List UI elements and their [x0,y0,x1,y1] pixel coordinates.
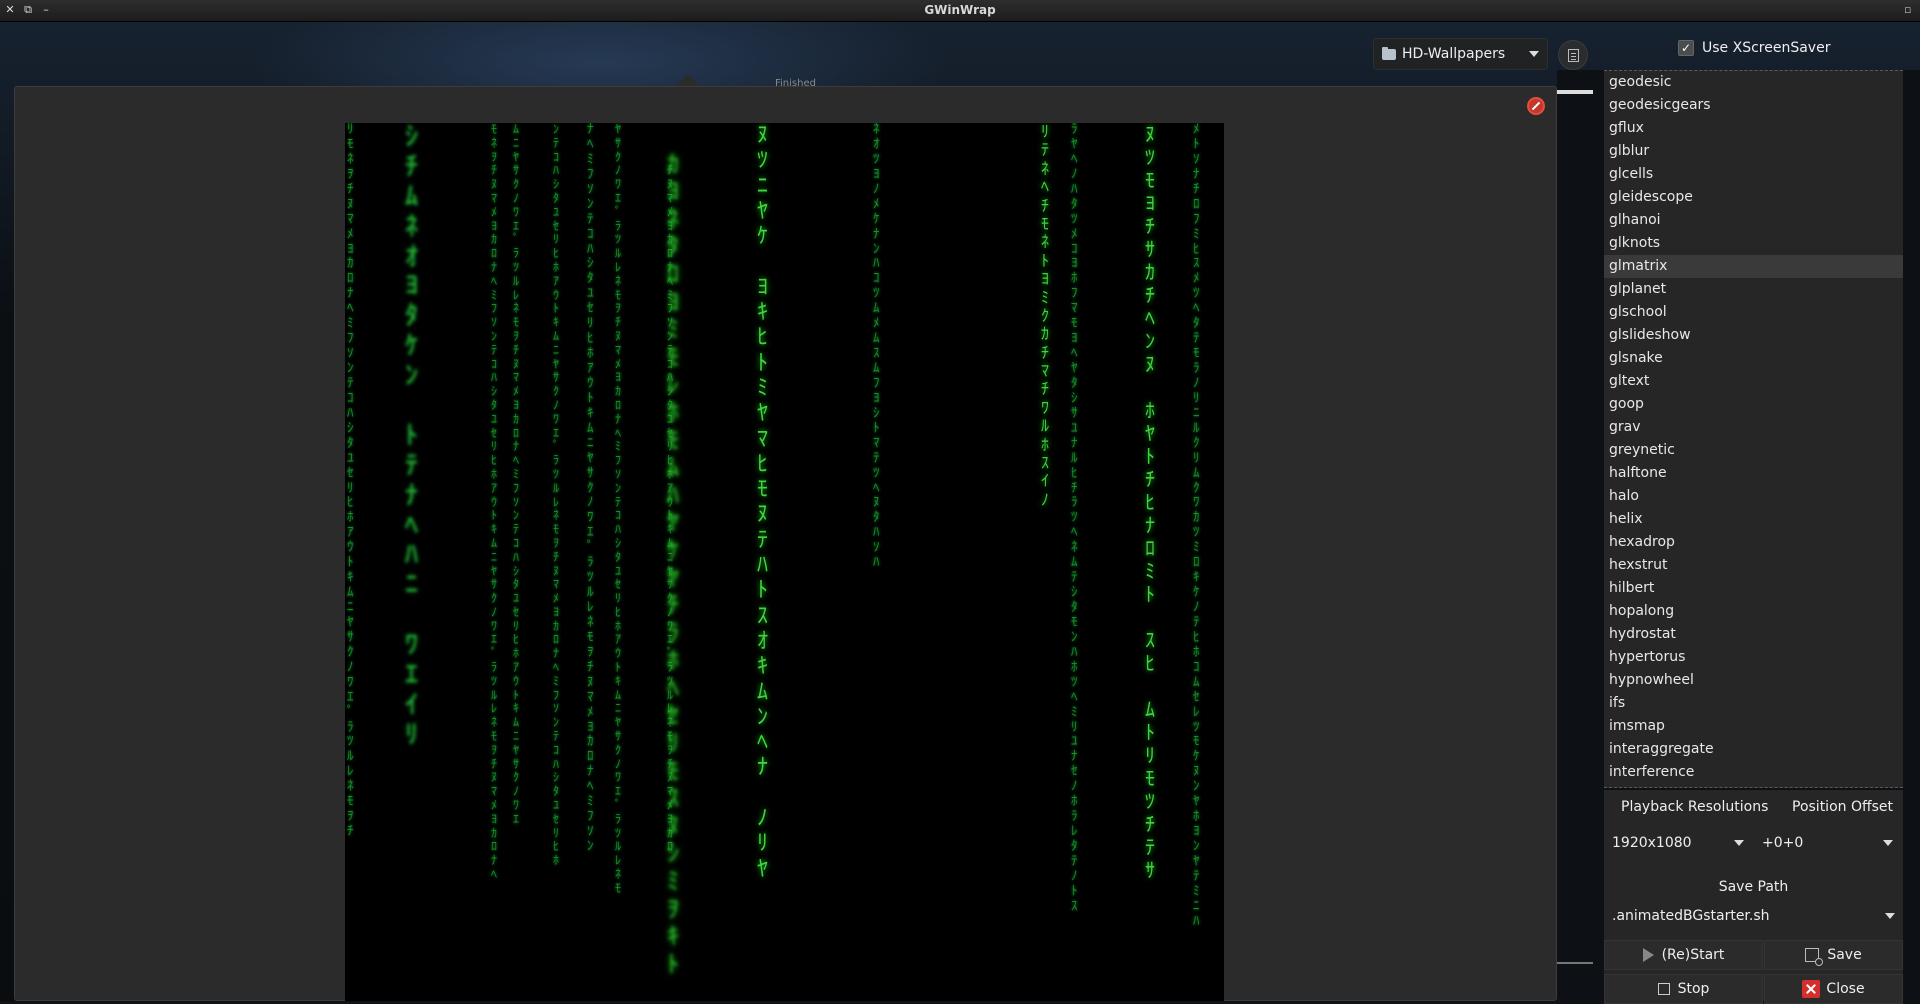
stop-button[interactable]: Stop [1604,974,1763,1004]
save-path-value: .animatedBGstarter.sh [1612,908,1770,924]
playback-resolutions-label: Playback Resolutions [1621,799,1769,815]
matrix-column: ｶ ﾖ ﾈ ﾀ ﾛ ﾖ ﾐ ﾓ ﾚ ﾎ ﾓ ﾑ ﾊ ﾔ ｹ ﾔ ﾁ ﾗ ﾎ ﾍ … [667,149,679,978]
play-icon [1642,948,1654,962]
list-item[interactable]: hypertorus [1604,646,1903,669]
resolution-value: 1920x1080 [1612,835,1692,851]
save-path-select[interactable]: .animatedBGstarter.sh [1604,901,1903,931]
folder-select-label: HD-Wallpapers [1402,46,1506,62]
matrix-column: ﾑ ﾆ ﾔ ｻ ｸ ﾉ ﾜ ｴ ﾟ ﾗ ﾂ ﾙ ﾚ ﾈ ﾓ ｦ ﾁ ﾇ ﾏ ﾒ … [513,123,520,826]
chevron-down-icon [1529,51,1539,57]
chevron-down-icon [1883,840,1893,846]
stop-label: Stop [1677,981,1710,997]
list-item[interactable]: goop [1604,393,1903,416]
settings-panel: Playback Resolutions Position Offset 192… [1604,790,1903,1004]
chevron-down-icon [1885,913,1895,919]
list-item[interactable]: halftone [1604,462,1903,485]
save-label: Save [1827,947,1862,963]
list-item[interactable]: intermomentary [1604,784,1903,787]
list-item[interactable]: hexstrut [1604,554,1903,577]
progress-indicator [1557,90,1593,94]
list-item[interactable]: hypnowheel [1604,669,1903,692]
list-item-selected[interactable]: glmatrix [1604,255,1903,278]
list-item[interactable]: halo [1604,485,1903,508]
list-item[interactable]: interference [1604,761,1903,784]
matrix-column: ﾝ ﾃ ｺ ﾊ ｼ ﾀ ﾕ ｾ ﾘ ﾋ ﾎ ｱ ｳ ﾄ ｷ ﾑ ﾆ ﾔ ｻ ｸ … [553,123,560,868]
matrix-column: ﾘ ﾃ ﾈ ﾍ ﾁ ﾓ ﾈ ﾄ ﾖ ﾐ ｸ ｶ ﾁ ﾏ ﾁ ﾜ ﾙ ﾎ ｽ ｲ … [1041,123,1050,509]
use-xscreensaver-checkbox[interactable]: ✓ [1678,40,1694,56]
popover-arrow [676,74,700,86]
list-item[interactable]: geodesicgears [1604,94,1903,117]
title-bar: ✕ ⧉ – GWinWrap ▫ [0,0,1920,22]
offset-select[interactable]: +0+0 [1754,828,1901,858]
matrix-column: ﾇ ﾂ ﾆ ﾔ ｹ ﾖ ｷ ﾋ ﾄ ﾐ ﾔ ﾏ ﾋ ﾓ ﾇ ﾃ ﾊ ﾄ ｽ ｵ … [757,123,769,882]
matrix-column: ﾅ ﾍ ﾐ ﾌ ｿ ﾝ ﾃ ｺ ﾊ ｼ ﾀ ﾕ ｾ ﾘ ﾋ ﾎ ｱ ｳ ﾄ ｷ … [587,123,594,854]
preview-status: Finished [775,78,816,89]
window-menu-icon[interactable]: ▫ [1904,3,1916,17]
chevron-down-icon [1734,840,1744,846]
screensaver-preview: ﾘ ﾓ ﾈ ｦ ﾁ ﾇ ﾏ ﾒ ﾖ ｶ ﾛ ﾅ ﾍ ﾐ ﾌ ｿ ﾝ ﾃ ｺ ﾊ … [345,123,1224,1001]
list-item[interactable]: glblur [1604,140,1903,163]
list-item[interactable]: gflux [1604,117,1903,140]
matrix-column: ﾔ ｻ ｸ ﾉ ﾜ ｴ ﾟ ﾗ ﾂ ﾙ ﾚ ﾈ ﾓ ｦ ﾁ ﾇ ﾏ ﾒ ﾖ ｶ … [615,123,622,895]
position-offset-label: Position Offset [1792,799,1894,815]
matrix-column: ﾇ ﾂ ﾓ ﾖ ﾁ ｻ ｶ ﾁ ﾍ ﾝ ﾇ ﾎ ﾔ ﾄ ﾁ ﾋ ﾅ ﾛ ﾐ ﾄ … [1145,123,1155,882]
list-item[interactable]: glknots [1604,232,1903,255]
screensaver-list[interactable]: geodesic geodesicgears gflux glblur glce… [1604,70,1903,788]
close-button[interactable]: Close [1764,974,1903,1004]
progress-indicator-bottom [1557,962,1593,964]
list-item[interactable]: glsnake [1604,347,1903,370]
list-item[interactable]: interaggregate [1604,738,1903,761]
list-item[interactable]: gltext [1604,370,1903,393]
restart-label: (Re)Start [1661,947,1725,963]
list-item[interactable]: glcells [1604,163,1903,186]
list-item[interactable]: geodesic [1604,71,1903,94]
list-item[interactable]: grav [1604,416,1903,439]
list-item[interactable]: glplanet [1604,278,1903,301]
close-label: Close [1826,981,1865,997]
menu-button[interactable] [1558,40,1588,70]
list-item[interactable]: gleidescope [1604,186,1903,209]
save-path-label: Save Path [1718,879,1789,895]
list-item[interactable]: imsmap [1604,715,1903,738]
restart-button[interactable]: (Re)Start [1604,940,1763,970]
list-item[interactable]: glslideshow [1604,324,1903,347]
list-icon [1568,49,1579,62]
list-item[interactable]: glhanoi [1604,209,1903,232]
window-title: GWinWrap [924,3,996,17]
matrix-column: ﾈ ｵ ﾂ ﾖ ﾉ ﾒ ｹ ﾅ ﾝ ﾊ ｺ ﾂ ﾑ ﾒ ﾑ ｽ ﾑ ﾌ ﾖ ｼ … [873,123,880,571]
matrix-column: ﾘ ﾓ ﾈ ｦ ﾁ ﾇ ﾏ ﾒ ﾖ ｶ ﾛ ﾅ ﾍ ﾐ ﾌ ｿ ﾝ ﾃ ｺ ﾊ … [347,123,354,840]
use-xscreensaver-toggle[interactable]: ✓ Use XScreenSaver [1678,40,1830,56]
list-item[interactable]: hilbert [1604,577,1903,600]
list-item[interactable]: hexadrop [1604,531,1903,554]
list-item[interactable]: ifs [1604,692,1903,715]
matrix-column: ﾓ ﾈ ｦ ﾁ ﾇ ﾏ ﾒ ﾖ ｶ ﾛ ﾅ ﾍ ﾐ ﾌ ｿ ﾝ ﾃ ｺ ﾊ ｼ … [491,123,498,882]
matrix-column: ﾗ ﾔ ﾍ ﾉ ﾊ ﾀ ﾂ ﾒ ｺ ﾖ ﾎ ﾌ ﾏ ﾓ ﾖ ﾍ ﾔ ﾀ ｼ ｻ … [1071,123,1078,914]
folder-icon [1382,46,1396,60]
resolution-select[interactable]: 1920x1080 [1604,828,1752,858]
use-xscreensaver-label: Use XScreenSaver [1702,40,1831,56]
close-preview-icon[interactable] [1527,97,1545,115]
list-item[interactable]: greynetic [1604,439,1903,462]
stop-icon [1657,983,1670,995]
close-icon [1802,980,1821,998]
wallpaper-folder-select[interactable]: HD-Wallpapers [1373,38,1548,70]
list-item[interactable]: helix [1604,508,1903,531]
matrix-column: ｼ ﾁ ﾑ ﾈ ｵ ﾖ ﾀ ｹ ﾝ ﾄ ﾃ ﾅ ﾍ ﾊ ﾆ ﾜ ｴ ｲ ﾘ [405,123,419,750]
save-icon [1805,948,1824,966]
save-button[interactable]: Save [1764,940,1903,970]
list-item[interactable]: glschool [1604,301,1903,324]
matrix-column: ﾒ ﾄ ｿ ﾅ ﾁ ﾛ ﾌ ﾐ ﾋ ｽ ﾒ ﾂ ﾍ ﾀ ﾃ ﾓ ﾗ ﾉ ﾘ ﾆ … [1193,123,1200,929]
list-item[interactable]: hydrostat [1604,623,1903,646]
offset-value: +0+0 [1762,835,1804,851]
list-item[interactable]: hopalong [1604,600,1903,623]
